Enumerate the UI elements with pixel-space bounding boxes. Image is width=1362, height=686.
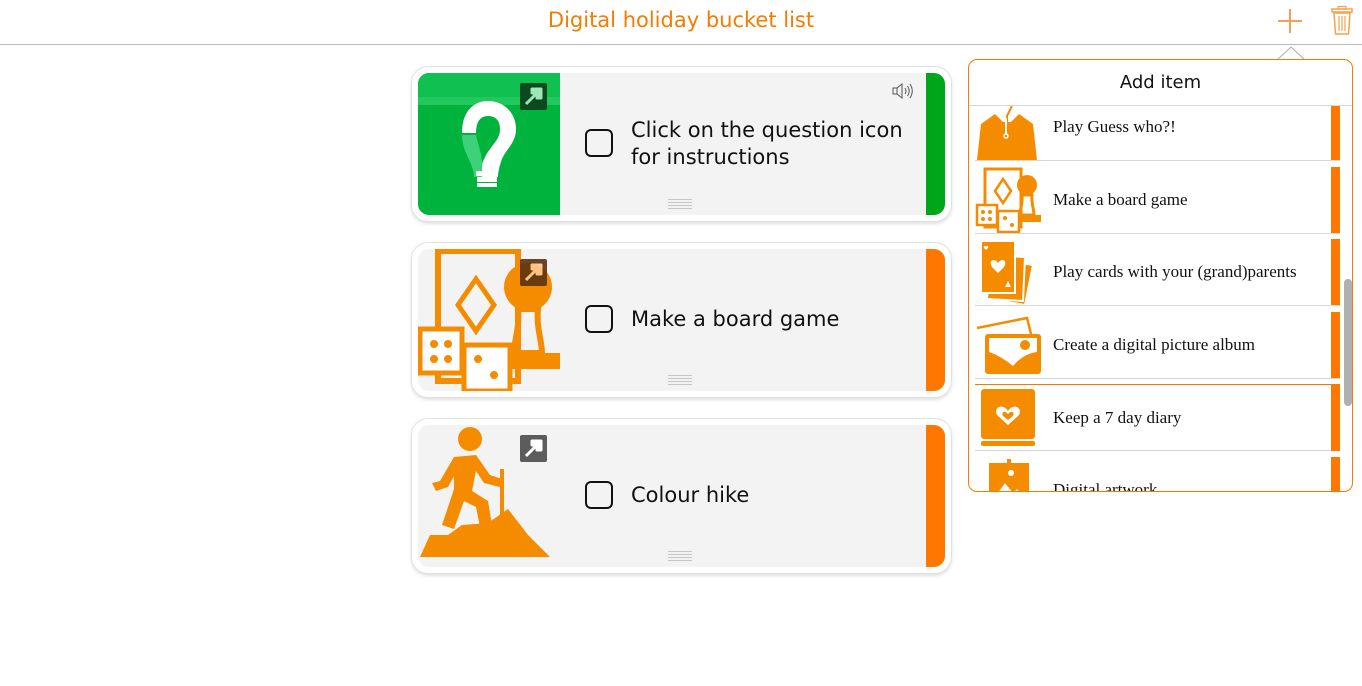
card-color-bar bbox=[926, 425, 945, 567]
card-text-line: Click on the question icon bbox=[631, 118, 903, 142]
playing-cards-icon bbox=[980, 240, 1035, 305]
popover-scrollbar[interactable] bbox=[1344, 279, 1352, 406]
add-item-label: Play Guess who?! bbox=[1053, 117, 1176, 136]
drag-handle[interactable] bbox=[668, 199, 692, 209]
add-item-option[interactable]: Keep a 7 day diary bbox=[975, 384, 1340, 451]
add-item-option[interactable]: Play cards with your (grand)parents bbox=[975, 239, 1340, 306]
external-link-button[interactable] bbox=[520, 435, 547, 462]
card-color-bar bbox=[926, 73, 945, 215]
page-title: Digital holiday bucket list bbox=[547, 8, 815, 32]
add-item-label: Create a digital picture album bbox=[1053, 335, 1256, 354]
item-color-bar bbox=[1331, 239, 1340, 305]
external-link-icon bbox=[524, 439, 543, 458]
artwork-icon bbox=[989, 459, 1029, 491]
card-color-bar bbox=[926, 249, 945, 391]
external-link-button[interactable] bbox=[520, 83, 547, 110]
bucket-list-card[interactable]: Click on the question icon for instructi… bbox=[412, 67, 951, 221]
drag-handle[interactable] bbox=[668, 375, 692, 385]
card-checkbox[interactable] bbox=[585, 305, 613, 333]
bucket-list-card[interactable]: Make a board game bbox=[412, 243, 951, 397]
drag-handle[interactable] bbox=[668, 551, 692, 561]
card-text: Click on the question icon for instructi… bbox=[631, 117, 903, 171]
external-link-button[interactable] bbox=[520, 259, 547, 286]
speaker-button[interactable] bbox=[891, 81, 915, 101]
external-link-icon bbox=[524, 87, 543, 106]
add-item-label: Keep a 7 day diary bbox=[1053, 408, 1182, 427]
add-item-button[interactable] bbox=[1273, 5, 1307, 37]
bucket-list-card[interactable]: Colour hike bbox=[412, 419, 951, 573]
add-item-option[interactable]: Create a digital picture album bbox=[975, 312, 1340, 379]
item-color-bar bbox=[1331, 457, 1340, 491]
header-bar: Digital holiday bucket list bbox=[0, 0, 1362, 45]
item-color-bar bbox=[1331, 312, 1340, 378]
speaker-icon bbox=[892, 82, 913, 100]
card-text: Colour hike bbox=[631, 483, 750, 507]
card-checkbox[interactable] bbox=[585, 129, 613, 157]
photo-album-icon bbox=[976, 316, 1041, 374]
card-text-line: for instructions bbox=[631, 145, 790, 169]
popover-title: Add item bbox=[969, 60, 1352, 106]
add-item-label: Make a board game bbox=[1053, 190, 1188, 209]
popover-arrow bbox=[1277, 46, 1305, 60]
card-image[interactable] bbox=[418, 73, 560, 215]
add-item-list: Play Guess who?! Make a board game Play … bbox=[975, 106, 1340, 492]
item-color-bar bbox=[1331, 167, 1340, 233]
add-item-popover: Add item Play Guess who?! Make a board g… bbox=[968, 59, 1353, 492]
person-icon bbox=[977, 106, 1037, 160]
plus-icon bbox=[1278, 9, 1302, 33]
trash-icon bbox=[1331, 5, 1353, 35]
diary-icon bbox=[981, 389, 1035, 446]
add-item-label: Digital artwork bbox=[1053, 480, 1158, 492]
add-item-option[interactable]: Make a board game bbox=[975, 167, 1340, 234]
card-text: Make a board game bbox=[631, 307, 840, 331]
item-color-bar bbox=[1331, 106, 1340, 160]
board-game-icon bbox=[975, 167, 1041, 233]
item-color-bar bbox=[1331, 385, 1340, 451]
external-link-icon bbox=[524, 263, 543, 282]
card-image[interactable] bbox=[418, 425, 560, 567]
card-checkbox[interactable] bbox=[585, 481, 613, 509]
add-item-option[interactable]: Digital artwork bbox=[975, 457, 1340, 492]
card-image[interactable] bbox=[418, 249, 560, 391]
delete-button[interactable] bbox=[1325, 5, 1359, 37]
add-item-label: Play cards with your (grand)parents bbox=[1053, 262, 1297, 281]
add-item-option[interactable]: Play Guess who?! bbox=[975, 106, 1340, 161]
